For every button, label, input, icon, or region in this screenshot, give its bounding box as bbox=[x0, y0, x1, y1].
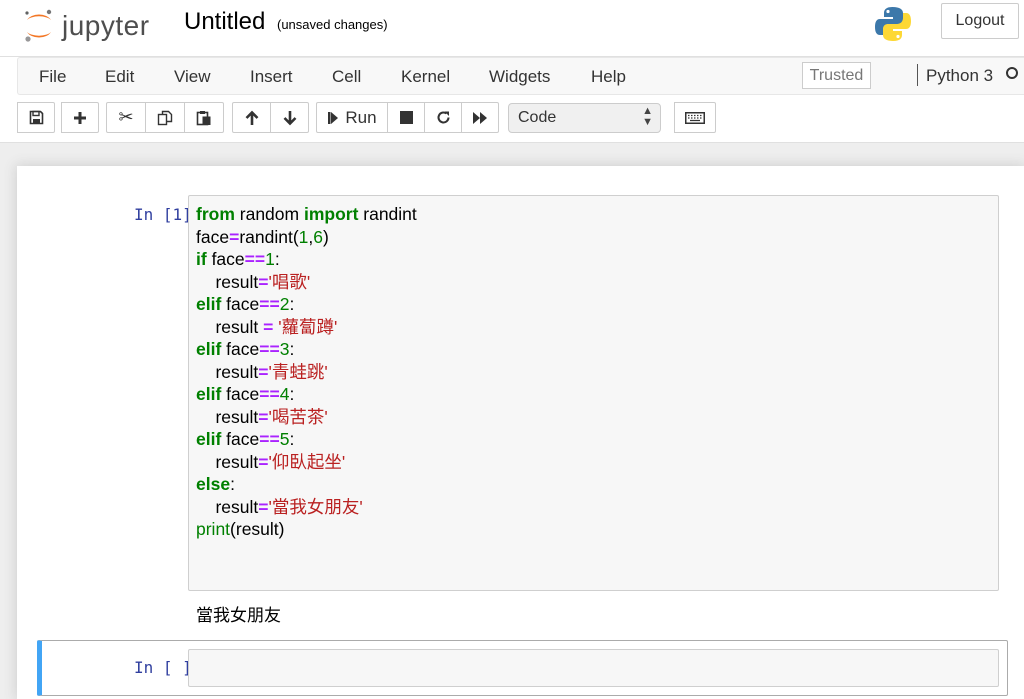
menu-edit[interactable]: Edit bbox=[105, 67, 134, 87]
move-down-button[interactable] bbox=[270, 102, 309, 133]
cut-button[interactable]: ✂ bbox=[106, 102, 146, 133]
logout-button[interactable]: Logout bbox=[941, 3, 1019, 39]
trusted-indicator[interactable]: Trusted bbox=[802, 62, 871, 89]
code-line: result='喝苦茶' bbox=[196, 406, 328, 427]
cell-type-value: Code bbox=[518, 109, 557, 126]
code-text[interactable]: from random import randint face=randint(… bbox=[196, 203, 417, 541]
copy-icon bbox=[157, 110, 173, 125]
run-label: Run bbox=[345, 107, 377, 127]
code-line: result='當我女朋友' bbox=[196, 496, 363, 517]
jupyter-logo[interactable]: jupyter bbox=[22, 8, 150, 44]
kernel-separator bbox=[917, 64, 918, 86]
python-logo-icon bbox=[875, 7, 911, 41]
jupyter-logo-icon bbox=[25, 9, 52, 42]
insert-group bbox=[61, 102, 99, 133]
menu-kernel[interactable]: Kernel bbox=[401, 67, 450, 87]
save-button[interactable] bbox=[17, 102, 55, 133]
code-cell-input-empty[interactable] bbox=[188, 649, 999, 687]
run-group: Run bbox=[316, 102, 499, 133]
code-line: elif face==3: bbox=[196, 339, 295, 359]
menu-cell[interactable]: Cell bbox=[332, 67, 361, 87]
kernel-name: Python 3 bbox=[926, 66, 994, 85]
code-line: from random import randint bbox=[196, 204, 417, 224]
save-group bbox=[17, 102, 55, 133]
header: jupyter Untitled (unsaved changes) Logou… bbox=[0, 0, 1024, 57]
code-line: result='唱歌' bbox=[196, 271, 311, 292]
kernel-idle-icon bbox=[1006, 67, 1018, 79]
save-status: (unsaved changes) bbox=[277, 17, 388, 32]
move-group bbox=[232, 102, 309, 133]
menubar-inner: File Edit View Insert Cell Kernel Widget… bbox=[17, 57, 1024, 95]
save-icon bbox=[29, 110, 43, 125]
restart-icon bbox=[437, 111, 449, 124]
command-palette-button[interactable] bbox=[674, 102, 716, 133]
menu-insert[interactable]: Insert bbox=[250, 67, 293, 87]
restart-button[interactable] bbox=[424, 102, 462, 133]
code-line: elif face==4: bbox=[196, 384, 295, 404]
move-up-button[interactable] bbox=[232, 102, 271, 133]
paste-button[interactable] bbox=[184, 102, 224, 133]
fast-forward-icon bbox=[473, 111, 487, 124]
copy-button[interactable] bbox=[145, 102, 185, 133]
keyboard-group bbox=[674, 102, 716, 133]
menu-widgets[interactable]: Widgets bbox=[489, 67, 550, 87]
paste-icon bbox=[196, 110, 211, 125]
run-button[interactable]: Run bbox=[316, 102, 388, 133]
keyboard-icon bbox=[685, 111, 705, 124]
code-line: print(result) bbox=[196, 519, 285, 539]
code-line: elif face==2: bbox=[196, 294, 295, 314]
interrupt-button[interactable] bbox=[387, 102, 425, 133]
cell-type-select[interactable]: Code ▲ ▼ bbox=[508, 103, 661, 133]
logo-text: jupyter bbox=[62, 10, 150, 41]
insert-cell-button[interactable] bbox=[61, 102, 99, 133]
code-line: elif face==5: bbox=[196, 429, 295, 449]
restart-run-all-button[interactable] bbox=[461, 102, 499, 133]
menu-file[interactable]: File bbox=[39, 67, 66, 87]
code-line: result = '蘿蔔蹲' bbox=[196, 316, 338, 337]
stop-icon bbox=[399, 111, 413, 124]
code-line: face=randint(1,6) bbox=[196, 226, 329, 247]
cell-output: 當我女朋友 bbox=[196, 606, 281, 625]
code-line: result='青蛙跳' bbox=[196, 361, 328, 382]
arrow-up-icon bbox=[245, 110, 258, 125]
code-line: else: bbox=[196, 474, 235, 494]
code-line: result='仰臥起坐' bbox=[196, 451, 346, 472]
arrow-down-icon bbox=[283, 110, 296, 125]
notebook-title[interactable]: Untitled bbox=[184, 8, 265, 36]
select-arrows-icon: ▲ ▼ bbox=[642, 105, 653, 128]
edit-group: ✂ bbox=[106, 102, 224, 133]
cut-icon: ✂ bbox=[118, 107, 134, 127]
menu-view[interactable]: View bbox=[174, 67, 211, 87]
code-line: if face==1: bbox=[196, 249, 280, 269]
menu-help[interactable]: Help bbox=[591, 67, 626, 87]
plus-icon bbox=[74, 111, 86, 124]
step-forward-icon bbox=[328, 111, 339, 124]
